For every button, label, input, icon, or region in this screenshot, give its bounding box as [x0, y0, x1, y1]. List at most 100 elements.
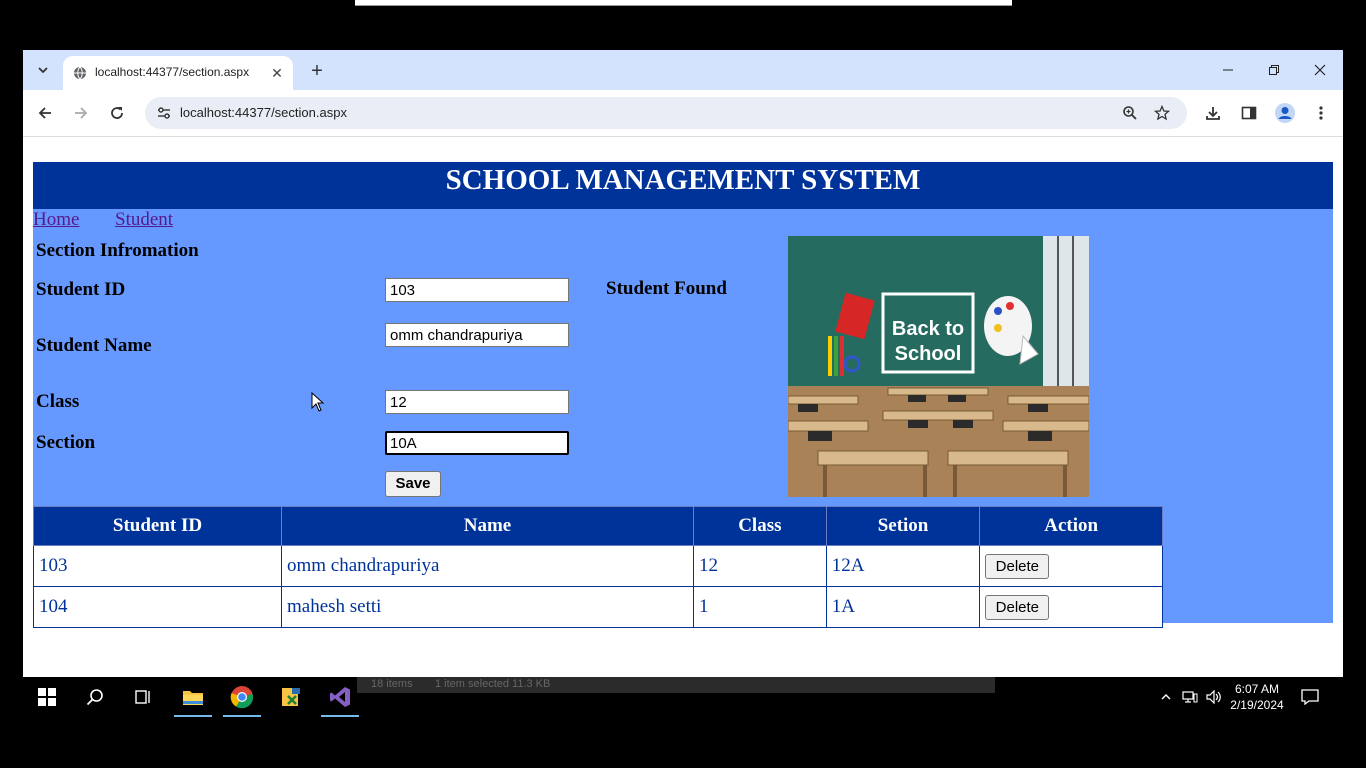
- chrome-button[interactable]: [219, 677, 265, 717]
- tray-overflow-button[interactable]: [1156, 677, 1176, 717]
- back-button[interactable]: [33, 101, 57, 125]
- cell-class: 1: [692, 586, 827, 628]
- network-icon: [1182, 691, 1198, 703]
- bookmark-button[interactable]: [1151, 102, 1173, 124]
- avatar-icon: [1275, 103, 1295, 123]
- background-explorer-statusbar: 18 items 1 item selected 11.3 KB: [357, 677, 995, 693]
- menu-button[interactable]: [1309, 101, 1333, 125]
- start-button[interactable]: [24, 677, 70, 717]
- chevron-up-icon: [1161, 694, 1171, 700]
- tab-search-button[interactable]: [31, 58, 55, 82]
- delete-button[interactable]: Delete: [985, 594, 1050, 620]
- tune-icon: [158, 107, 170, 119]
- cell-section: 12A: [825, 545, 981, 587]
- table-row: 103 omm chandrapuriya 12 12A Delete: [33, 545, 1163, 587]
- close-icon: [1314, 64, 1326, 76]
- reload-icon: [111, 107, 123, 119]
- student-id-label: Student ID: [36, 279, 126, 300]
- close-tab-icon[interactable]: ✕: [267, 63, 287, 83]
- section-heading: Section Infromation: [36, 240, 199, 261]
- cell-name: mahesh setti: [281, 586, 694, 628]
- cell-action: Delete: [979, 586, 1163, 628]
- designer-app-button[interactable]: [268, 677, 314, 717]
- section-label: Section: [36, 432, 96, 453]
- zoom-button[interactable]: [1119, 102, 1141, 124]
- students-table: Student ID Name Class Setion Action 103 …: [33, 506, 1163, 628]
- cell-student-id: 104: [33, 586, 282, 628]
- downloads-button[interactable]: [1201, 101, 1225, 125]
- browser-toolbar: localhost:44377/section.aspx: [23, 90, 1343, 137]
- globe-icon: [74, 66, 86, 80]
- student-name-input[interactable]: omm chandrapuriya: [385, 323, 569, 347]
- volume-button[interactable]: [1204, 677, 1224, 717]
- minimize-icon: [1223, 69, 1233, 71]
- nav-link-student[interactable]: Student: [115, 209, 173, 231]
- page-title: SCHOOL MANAGEMENT SYSTEM: [33, 162, 1333, 209]
- minimize-button[interactable]: [1213, 58, 1243, 82]
- notification-icon: [1301, 689, 1319, 705]
- address-bar[interactable]: localhost:44377/section.aspx: [145, 97, 1187, 129]
- class-input[interactable]: 12: [385, 390, 569, 414]
- web-page: SCHOOL MANAGEMENT SYSTEM Home Student Se…: [23, 137, 1343, 677]
- cell-name: omm chandrapuriya: [281, 545, 694, 587]
- download-icon: [1206, 107, 1220, 120]
- back-arrow-icon: [38, 107, 51, 119]
- app-icon: [282, 688, 300, 706]
- side-panel-button[interactable]: [1237, 101, 1261, 125]
- back-to-school-image: Back to School: [788, 236, 1089, 497]
- table-header-row: Student ID Name Class Setion Action: [33, 506, 1163, 546]
- delete-button[interactable]: Delete: [985, 553, 1050, 579]
- forward-button[interactable]: [69, 101, 93, 125]
- tab-active[interactable]: localhost:44377/section.aspx ✕: [63, 56, 293, 90]
- nav-link-home[interactable]: Home: [33, 209, 79, 231]
- new-tab-button[interactable]: +: [305, 59, 329, 83]
- svg-text:Back to: Back to: [892, 318, 964, 340]
- reload-button[interactable]: [105, 101, 129, 125]
- class-label: Class: [36, 391, 80, 412]
- zoom-icon: [1123, 106, 1137, 120]
- browser-window: localhost:44377/section.aspx ✕ + localho…: [23, 50, 1343, 677]
- tab-strip: localhost:44377/section.aspx ✕ +: [23, 50, 1343, 90]
- network-button[interactable]: [1180, 677, 1200, 717]
- clock-time: 6:07 AM: [1234, 682, 1280, 696]
- column-header: Student ID: [33, 506, 282, 546]
- section-input[interactable]: 10A: [385, 431, 569, 455]
- cell-student-id: 103: [33, 545, 282, 587]
- folder-icon: [183, 691, 203, 705]
- profile-button[interactable]: [1273, 101, 1297, 125]
- task-view-icon: [135, 690, 150, 704]
- cell-action: Delete: [979, 545, 1163, 587]
- column-header: Class: [692, 506, 827, 546]
- windows-logo-icon: [38, 688, 56, 706]
- url-text: localhost:44377/section.aspx: [180, 105, 347, 120]
- student-id-input[interactable]: 103: [385, 278, 569, 302]
- cell-section: 1A: [825, 586, 981, 628]
- chrome-icon: [230, 686, 254, 709]
- action-center-button[interactable]: [1298, 677, 1322, 717]
- more-vert-icon: [1319, 106, 1323, 120]
- status-message: Student Found: [606, 278, 727, 299]
- restore-button[interactable]: [1259, 58, 1289, 82]
- forward-arrow-icon: [75, 107, 88, 119]
- restore-icon: [1269, 65, 1279, 75]
- task-view-button[interactable]: [120, 677, 166, 717]
- save-button[interactable]: Save: [385, 471, 441, 497]
- search-button[interactable]: [72, 677, 118, 717]
- cell-class: 12: [692, 545, 827, 587]
- search-icon: [86, 689, 103, 706]
- column-header: Action: [979, 506, 1163, 546]
- speaker-icon: [1206, 690, 1221, 704]
- student-name-label: Student Name: [36, 335, 152, 356]
- site-info-button[interactable]: [153, 102, 175, 124]
- tab-title: localhost:44377/section.aspx: [95, 65, 250, 79]
- side-panel-icon: [1241, 106, 1257, 120]
- explorer-selection-info: 1 item selected 11.3 KB: [435, 678, 551, 690]
- file-explorer-button[interactable]: [170, 677, 216, 717]
- close-window-button[interactable]: [1305, 58, 1335, 82]
- star-icon: [1154, 105, 1170, 121]
- taskbar-clock[interactable]: 6:07 AM 2/19/2024: [1222, 681, 1292, 713]
- column-header: Name: [281, 506, 694, 546]
- chevron-down-icon: [38, 67, 48, 74]
- remote-window-strip: [355, 0, 1012, 6]
- mouse-cursor-icon: [311, 392, 325, 412]
